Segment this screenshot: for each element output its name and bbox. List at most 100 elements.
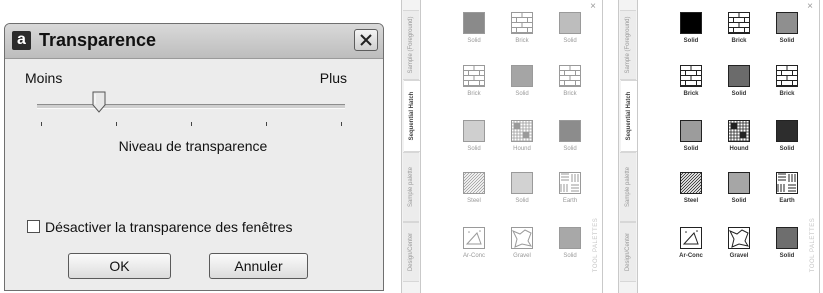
slider-min-label: Moins — [25, 70, 63, 86]
palette-tile-solid-icon[interactable] — [680, 12, 702, 34]
dialog-title: Transparence — [39, 30, 157, 50]
palette-tile-solid-icon[interactable] — [559, 12, 581, 34]
palette-tile-steel-icon[interactable] — [463, 172, 485, 194]
palette-tile-label: Solid — [467, 146, 481, 152]
palette-tab[interactable]: Sample palette — [620, 152, 636, 222]
palette-close-icon[interactable]: × — [807, 1, 813, 12]
palette-tile-label: Solid — [779, 38, 795, 44]
slider-max-label: Plus — [319, 70, 347, 86]
palette-tile-label: Hound — [729, 146, 749, 152]
palette-tile-brick-icon[interactable] — [463, 65, 485, 87]
palette-tile-brick-icon[interactable] — [776, 65, 798, 87]
palette-tab-label: Sample (Foreground) — [408, 16, 414, 74]
palette-tile-solid-icon[interactable] — [463, 120, 485, 142]
palette-tile-label: Gravel — [729, 253, 749, 259]
palette-tile-label: Brick — [779, 91, 795, 97]
palette-tab-label: Design/Center — [625, 232, 631, 272]
palette-tab[interactable]: Sample (Foreground) — [620, 10, 636, 80]
palette-vertical-title: TOOL PALETTES — [810, 217, 816, 273]
palette-tile-label: Steel — [683, 198, 699, 204]
palette-tile-brick-icon[interactable] — [728, 12, 750, 34]
palette-tab-label: Sequential Hatch — [409, 91, 415, 141]
palette-tile-solid-icon[interactable] — [559, 120, 581, 142]
close-icon — [360, 34, 372, 46]
palette-tile-solid-icon[interactable] — [511, 172, 533, 194]
palette-tile-label: Brick — [683, 91, 699, 97]
palette-tab-active[interactable]: Sequential Hatch — [621, 80, 637, 152]
palette-tile-label: Solid — [515, 198, 529, 204]
palette-tile-gravel-icon[interactable] — [511, 227, 533, 249]
palette-tile-solid-icon[interactable] — [559, 227, 581, 249]
palette-tile-label: Solid — [731, 198, 747, 204]
palette-tile-solid-icon[interactable] — [728, 65, 750, 87]
palette-tile-label: Solid — [779, 253, 795, 259]
palette-tile-label: Solid — [563, 38, 577, 44]
palette-tile-label: Solid — [779, 146, 795, 152]
slider-tick — [191, 122, 192, 126]
palette-tile-hound-icon[interactable] — [728, 120, 750, 142]
palette-tile-earth-icon[interactable] — [776, 172, 798, 194]
ok-button[interactable]: OK — [68, 253, 171, 279]
palette-tile-earth-icon[interactable] — [559, 172, 581, 194]
palette-tile-label: Solid — [563, 253, 577, 259]
palette-tab-active[interactable]: Sequential Hatch — [404, 80, 420, 152]
dialog-title-bar[interactable]: a Transparence — [5, 24, 383, 59]
palette-tile-conc-icon[interactable] — [680, 227, 702, 249]
close-button[interactable] — [354, 29, 378, 51]
palette-tile-label: Earth — [779, 198, 795, 204]
palette-tab-label: Design/Center — [408, 232, 414, 272]
palette-tab-label: Sample palette — [625, 166, 631, 208]
palette-tile-label: Solid — [563, 146, 577, 152]
palette-close-icon[interactable]: × — [590, 1, 596, 12]
palette-tile-label: Gravel — [513, 253, 531, 259]
palette-tile-label: Brick — [515, 38, 529, 44]
palette-tile-solid-icon[interactable] — [776, 227, 798, 249]
palette-tile-solid-icon[interactable] — [776, 12, 798, 34]
transparency-dialog: a Transparence Moins Plus Niveau de tran… — [4, 23, 384, 291]
slider-tick — [41, 122, 42, 126]
palette-tile-label: Solid — [683, 38, 699, 44]
palette-tile-label: Solid — [467, 38, 481, 44]
palette-tile-steel-icon[interactable] — [680, 172, 702, 194]
transparency-slider-track[interactable] — [37, 104, 345, 109]
palette-tile-conc-icon[interactable] — [463, 227, 485, 249]
screenshot-canvas: a Transparence Moins Plus Niveau de tran… — [0, 0, 823, 293]
palette-tab[interactable]: Design/Center — [403, 222, 419, 282]
palette-tile-label: Steel — [467, 198, 481, 204]
palette-tile-hound-icon[interactable] — [511, 120, 533, 142]
palette-tile-solid-icon[interactable] — [680, 120, 702, 142]
palette-tab-label: Sample (Foreground) — [625, 16, 631, 74]
palette-tile-gravel-icon[interactable] — [728, 227, 750, 249]
palette-tile-label: Hound — [513, 146, 531, 152]
palette-tab[interactable]: Sample (Foreground) — [403, 10, 419, 80]
cancel-button[interactable]: Annuler — [209, 253, 308, 279]
palette-tile-label: Solid — [731, 91, 747, 97]
palette-tab[interactable]: Sample palette — [403, 152, 419, 222]
palette-vertical-title: TOOL PALETTES — [593, 217, 599, 273]
palette-tile-label: Ar-Conc — [462, 253, 485, 259]
disable-transparency-label[interactable]: Désactiver la transparence des fenêtres — [45, 219, 292, 235]
palette-tile-solid-icon[interactable] — [776, 120, 798, 142]
palette-tile-label: Brick — [563, 91, 577, 97]
tool-palette-dark: Sample (Foreground) Sequential Hatch Sam… — [618, 0, 820, 293]
palette-tile-label: Solid — [515, 91, 529, 97]
slider-tick — [341, 122, 342, 126]
palette-tab-strip: Sample (Foreground) Sequential Hatch Sam… — [402, 0, 421, 293]
palette-tile-brick-icon[interactable] — [511, 12, 533, 34]
palette-tile-solid-icon[interactable] — [463, 12, 485, 34]
palette-tab-label: Sample palette — [408, 166, 414, 208]
slider-caption: Niveau de transparence — [118, 138, 268, 154]
palette-tile-solid-icon[interactable] — [511, 65, 533, 87]
palette-tab[interactable]: Design/Center — [620, 222, 636, 282]
palette-tile-brick-icon[interactable] — [559, 65, 581, 87]
palette-tab-strip: Sample (Foreground) Sequential Hatch Sam… — [619, 0, 638, 293]
tool-palette-faded: Sample (Foreground) Sequential Hatch Sam… — [401, 0, 603, 293]
palette-tile-solid-icon[interactable] — [728, 172, 750, 194]
palette-tile-label: Ar-Conc — [679, 253, 703, 259]
disable-transparency-checkbox[interactable] — [27, 220, 40, 233]
transparency-slider-thumb[interactable] — [92, 91, 106, 113]
slider-tick — [266, 122, 267, 126]
palette-tile-brick-icon[interactable] — [680, 65, 702, 87]
palette-tile-label: Brick — [731, 38, 747, 44]
palette-tile-label: Earth — [562, 198, 578, 204]
